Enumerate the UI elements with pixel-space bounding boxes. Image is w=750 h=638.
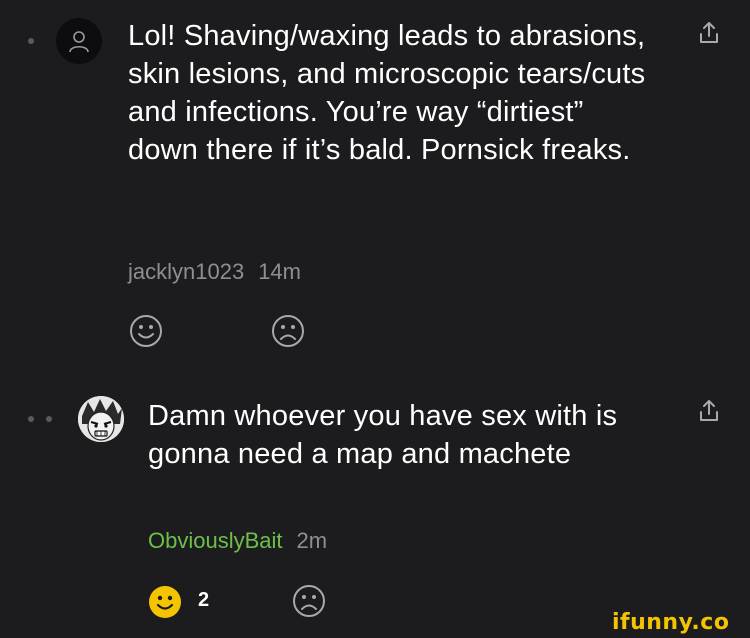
thread-indent-dot xyxy=(46,416,52,422)
user-avatar[interactable] xyxy=(78,396,124,442)
timestamp: 2m xyxy=(296,528,328,553)
comment-meta: jacklyn1023 14m xyxy=(128,259,301,285)
thread-indent-dot xyxy=(28,38,34,44)
comment-text: Lol! Shaving/waxing leads to abrasions, … xyxy=(128,20,646,166)
ifunny-watermark: ifunny.co xyxy=(612,610,730,635)
frown-icon[interactable] xyxy=(291,583,327,619)
manga-avatar-icon xyxy=(78,396,124,442)
timestamp: 14m xyxy=(258,259,301,284)
share-icon[interactable] xyxy=(694,396,724,426)
frown-icon[interactable] xyxy=(270,313,306,349)
username[interactable]: jacklyn1023 xyxy=(128,259,244,284)
user-icon xyxy=(69,31,89,53)
comment-meta: ObviouslyBait 2m xyxy=(148,528,327,554)
share-icon[interactable] xyxy=(694,18,724,48)
smile-icon[interactable] xyxy=(128,313,164,349)
user-avatar[interactable] xyxy=(56,18,102,64)
thread-indent-dot xyxy=(28,416,34,422)
like-count: 2 xyxy=(198,589,210,611)
comment-text: Damn whoever you have sex with is gonna … xyxy=(148,400,618,470)
username[interactable]: ObviouslyBait xyxy=(148,528,283,553)
smile-filled-icon[interactable] xyxy=(146,583,184,621)
